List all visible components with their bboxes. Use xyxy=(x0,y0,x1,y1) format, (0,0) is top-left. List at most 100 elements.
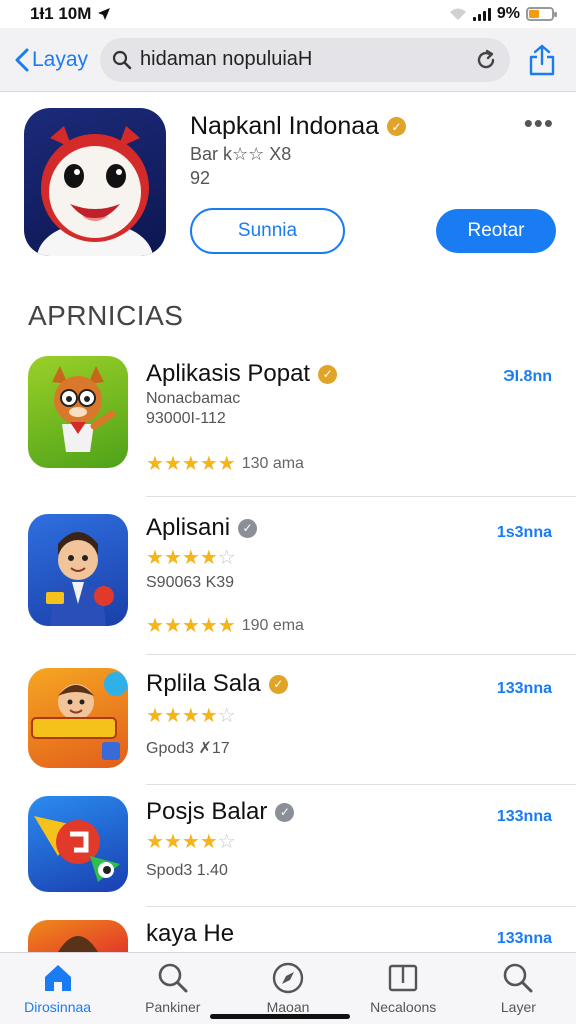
featured-app-subtitle: Bar k☆☆ X8 xyxy=(190,144,292,164)
star-icon: ★ xyxy=(181,831,200,853)
featured-app-title[interactable]: Napkanl Indonaa ✓ xyxy=(190,112,407,141)
verified-badge-icon: ✓ xyxy=(268,674,288,694)
app-name-text: kaya He xyxy=(146,920,235,947)
app-name: kaya He xyxy=(146,920,234,948)
app-name-text: Aplikasis Popat xyxy=(146,360,311,387)
share-icon xyxy=(529,44,555,75)
app-name: Posjs Balar ✓ xyxy=(146,798,295,826)
star-icon: ★ xyxy=(146,453,164,475)
rating-count: 130 ama xyxy=(241,455,304,472)
star-icon: ★ xyxy=(181,615,200,637)
location-arrow-icon xyxy=(98,8,111,20)
app-icon[interactable] xyxy=(28,920,128,952)
more-options-button[interactable]: ••• xyxy=(524,110,554,136)
tab-label: Necaloons xyxy=(370,999,437,1015)
home-indicator xyxy=(210,1014,350,1019)
app-price[interactable]: 1s3nna xyxy=(497,524,552,542)
app-meta: Gpod3 ✗17 xyxy=(146,740,230,757)
app-name-text: Posjs Balar xyxy=(146,798,268,825)
tab-layer[interactable]: Layer xyxy=(461,953,576,1024)
book-icon xyxy=(389,964,418,992)
app-price[interactable]: ЭI.8nn xyxy=(503,368,552,386)
battery-percent: 9% xyxy=(496,5,520,22)
star-rating: ★ ★ ★ ★ ★ 190 ema xyxy=(146,616,304,636)
app-meta: 93000I-112 xyxy=(146,410,226,427)
tab-label: Dirosinnaa xyxy=(24,999,92,1015)
app-price[interactable]: 133nna xyxy=(497,930,552,948)
app-name-text: Aplisani xyxy=(146,514,231,541)
tab-home[interactable]: Dirosinnaa xyxy=(0,953,115,1024)
star-icon: ★ xyxy=(163,615,182,637)
refresh-icon[interactable] xyxy=(474,48,498,72)
tab-label: Pankiner xyxy=(145,999,201,1015)
app-name: Aplisani ✓ xyxy=(146,514,258,542)
star-icon: ★ xyxy=(163,453,182,475)
arrow-game-icon xyxy=(34,816,120,882)
star-icon: ★ xyxy=(217,453,236,475)
divider xyxy=(146,654,576,655)
star-icon: ★ xyxy=(146,547,164,569)
character-icon xyxy=(58,936,98,952)
star-icon: ★ xyxy=(181,453,200,475)
nav-bar: Layay hidaman nopuluiaH xyxy=(0,28,576,92)
verified-badge-icon: ✓ xyxy=(318,364,338,384)
app-name-text: Rplila Sala xyxy=(146,670,261,697)
wifi-icon xyxy=(449,8,466,20)
star-rating: ★ ★ ★ ★ ★ 130 ama xyxy=(146,454,304,474)
tab-library[interactable]: Necaloons xyxy=(346,953,461,1024)
status-right: 9% xyxy=(449,5,557,23)
star-icon: ★ xyxy=(217,615,236,637)
status-bar: 1Ɨ1 10M 9% xyxy=(0,0,576,28)
app-icon[interactable] xyxy=(28,356,128,468)
verified-badge-icon: ✓ xyxy=(387,117,407,136)
star-rating: ★ ★ ★ ★ ☆ xyxy=(146,832,236,852)
battery-icon xyxy=(526,7,557,21)
star-icon: ★ xyxy=(199,615,218,637)
secondary-action-button[interactable]: Sunnia xyxy=(190,208,345,254)
star-rating: ★ ★ ★ ★ ☆ xyxy=(146,706,236,726)
status-left: 1Ɨ1 10M xyxy=(30,4,111,24)
star-icon: ★ xyxy=(199,547,218,569)
verified-badge-icon: ✓ xyxy=(275,802,295,822)
battery-fill xyxy=(529,10,539,18)
star-icon: ★ xyxy=(163,705,182,727)
search-icon xyxy=(158,963,188,993)
star-icon: ☆ xyxy=(217,547,236,569)
app-name: Aplikasis Popat ✓ xyxy=(146,360,338,388)
star-icon: ★ xyxy=(199,705,218,727)
star-icon: ☆ xyxy=(217,831,236,853)
featured-app-icon[interactable] xyxy=(24,108,166,256)
app-icon[interactable] xyxy=(28,514,128,626)
star-rating: ★ ★ ★ ★ ☆ xyxy=(146,548,236,568)
mascot-icon xyxy=(37,126,153,256)
primary-action-button[interactable]: Reotar xyxy=(436,209,556,253)
app-developer: Nonacbamac xyxy=(146,390,241,407)
app-meta: Spod3 1.40 xyxy=(146,862,228,879)
section-title: APRNICIAS xyxy=(28,300,184,331)
fox-mascot-icon xyxy=(52,366,116,452)
divider xyxy=(146,784,576,785)
featured-app-name: Napkanl Indonaa xyxy=(190,112,380,140)
tab-label: Maoan xyxy=(266,999,310,1015)
divider xyxy=(146,906,576,907)
star-icon: ★ xyxy=(146,615,164,637)
back-label: Layay xyxy=(32,47,89,71)
star-icon: ★ xyxy=(199,453,218,475)
app-price[interactable]: 133nna xyxy=(497,680,552,698)
signal-icon xyxy=(472,7,491,21)
boy-character-icon xyxy=(46,532,114,626)
search-icon xyxy=(112,50,132,69)
app-name: Rplila Sala ✓ xyxy=(146,670,288,698)
search-icon xyxy=(504,963,533,993)
featured-app-number: 92 xyxy=(190,168,211,188)
star-icon: ★ xyxy=(146,831,164,853)
back-button[interactable]: Layay xyxy=(14,48,96,72)
app-price[interactable]: 133nna xyxy=(497,808,552,826)
cartoon-game-icon xyxy=(31,672,128,760)
share-button[interactable] xyxy=(522,40,562,80)
app-icon[interactable] xyxy=(28,796,128,892)
status-time: 1Ɨ1 10M xyxy=(30,4,92,23)
search-input[interactable]: hidaman nopuluiaH xyxy=(100,37,510,82)
tab-label: Layer xyxy=(500,999,536,1015)
app-icon[interactable] xyxy=(28,668,128,768)
